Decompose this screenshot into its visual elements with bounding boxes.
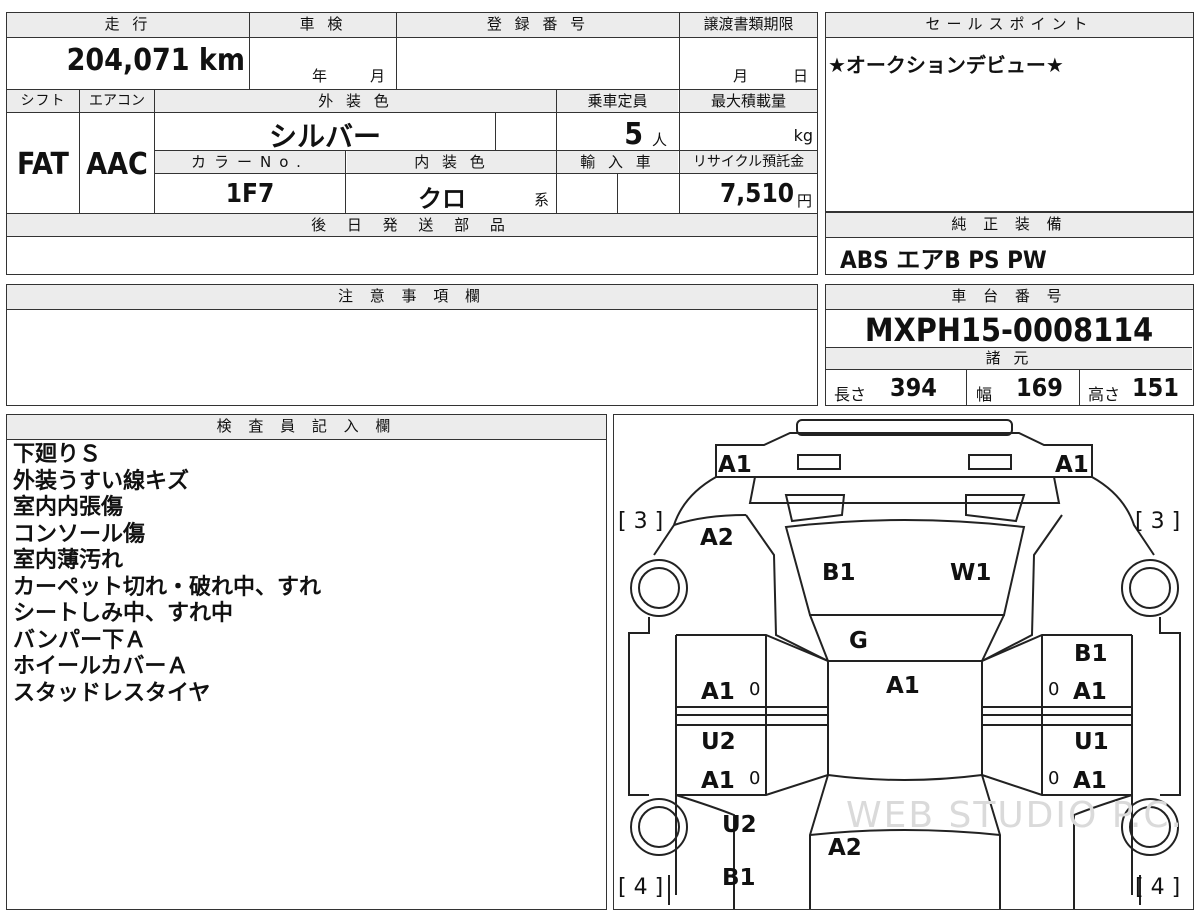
- recycle-label: リサイクル預託金: [680, 151, 817, 173]
- interior-color-label: 内 装 色: [347, 151, 556, 173]
- width-value: 169: [1016, 373, 1063, 402]
- width-label: 幅: [976, 385, 993, 404]
- length-value: 394: [890, 373, 937, 402]
- mark-rear-fender-left: U2: [722, 812, 757, 838]
- tire-front-left-label: [ 3 ]: [618, 509, 664, 534]
- zero-mark: 0: [1048, 679, 1060, 700]
- mark-hood-right: W1: [950, 560, 992, 586]
- aircon-value: AAC: [86, 147, 148, 182]
- inspector-box: 検 査 員 記 入 欄 下廻りＳ 外装うすい線キズ 室内内張傷 コンソール傷 室…: [6, 414, 607, 910]
- inspector-line: バンパー下Ａ: [13, 627, 147, 653]
- height-label: 高さ: [1088, 385, 1121, 404]
- mark-front-bumper-left: A1: [718, 452, 752, 478]
- chassis-label: 車 台 番 号: [826, 285, 1193, 310]
- recycle-unit: 円: [797, 192, 813, 210]
- mark-hood-left: B1: [822, 560, 856, 586]
- mark-fender-front-left: A2: [700, 525, 734, 551]
- exterior-color-label: 外 装 色: [155, 90, 556, 112]
- odometer-value: 204,071 km: [66, 43, 245, 78]
- inspector-line: 室内薄汚れ: [13, 548, 124, 573]
- mark-rear-door-left-top: U2: [701, 729, 736, 755]
- shift-value: FAT: [17, 147, 69, 182]
- color-no-label: カラーNo.: [155, 151, 345, 173]
- inspector-lines: 下廻りＳ 外装うすい線キズ 室内内張傷 コンソール傷 室内薄汚れ カーペット切れ…: [13, 442, 321, 707]
- interior-color-value: クロ: [418, 185, 466, 213]
- inspector-line: 下廻りＳ: [13, 442, 102, 467]
- inspector-line: カーペット切れ・破れ中、すれ: [13, 574, 322, 600]
- exterior-color-value: シルバー: [268, 120, 381, 153]
- capacity-value: 5: [624, 117, 643, 152]
- mark-windshield: G: [849, 628, 868, 654]
- transfer-label: 譲渡書類期限: [680, 13, 817, 37]
- odometer-label: 走 行: [7, 13, 249, 37]
- inspector-line: シートしみ中、すれ中: [13, 601, 234, 626]
- inspector-line: ホイールカバーＡ: [13, 654, 189, 679]
- mark-front-bumper-right: A1: [1055, 452, 1089, 478]
- zero-mark: 0: [749, 768, 761, 789]
- genuine-equipment-label: 純 正 装 備: [826, 213, 1193, 238]
- interior-suffix: 系: [534, 191, 550, 209]
- mark-rear-glass: A2: [828, 835, 862, 861]
- tire-rear-left-label: [ 4 ]: [618, 875, 664, 900]
- mark-rear-door-right: A1: [1073, 768, 1107, 794]
- transfer-day-unit: 日: [793, 67, 809, 85]
- height-value: 151: [1132, 373, 1179, 402]
- sales-point-box: セールスポイント ★オークションデビュー★: [825, 12, 1194, 212]
- inspector-line: 外装うすい線キズ: [13, 468, 190, 494]
- capacity-unit: 人: [652, 131, 668, 149]
- later-parts-label: 後 日 発 送 部 品: [7, 214, 817, 236]
- mark-rear-door-right-top: U1: [1074, 729, 1109, 755]
- inspector-line: スタッドレスタイヤ: [13, 680, 211, 706]
- aircon-label: エアコン: [80, 90, 154, 112]
- watermark: WEB STUDIO P.C.: [846, 795, 1184, 836]
- recycle-value: 7,510: [720, 179, 794, 209]
- inspector-label: 検 査 員 記 入 欄: [7, 415, 606, 440]
- chassis-number: MXPH15-0008114: [864, 311, 1154, 349]
- inspector-line: コンソール傷: [13, 521, 146, 547]
- capacity-label: 乗車定員: [557, 90, 678, 112]
- sales-point-text: ★オークションデビュー★: [828, 53, 1064, 77]
- zero-mark: 0: [749, 679, 761, 700]
- mark-front-door-right-top: B1: [1074, 641, 1108, 667]
- notes-box: 注 意 事 項 欄: [6, 284, 818, 406]
- tire-front-right-label: [ 3 ]: [1135, 509, 1181, 534]
- dimensions-label: 諸 元: [826, 348, 1192, 369]
- registration-label: 登 録 番 号: [397, 13, 679, 37]
- chassis-box: 車 台 番 号 MXPH15-0008114 諸 元 長さ 394 幅 169 …: [825, 284, 1194, 406]
- inspection-month-unit: 月: [370, 67, 386, 85]
- length-label: 長さ: [834, 385, 867, 404]
- spec-table: 走 行 車 検 登 録 番 号 譲渡書類期限 204,071 km 年 月 月 …: [6, 12, 818, 275]
- max-load-label: 最大積載量: [680, 90, 817, 112]
- tire-rear-right-label: [ 4 ]: [1135, 875, 1181, 900]
- import-label: 輸 入 車: [557, 151, 678, 173]
- mark-rear-bumper-left: B1: [722, 865, 756, 891]
- genuine-equipment-text: ABS エアB PS PW: [840, 246, 1047, 274]
- mark-rear-door-left: A1: [701, 768, 735, 794]
- shift-label: シフト: [7, 90, 79, 112]
- notes-label: 注 意 事 項 欄: [7, 285, 817, 310]
- inspector-line: 室内内張傷: [13, 495, 124, 520]
- inspection-year-unit: 年: [312, 67, 328, 85]
- color-no-value: 1F7: [225, 179, 275, 209]
- inspection-label: 車 検: [250, 13, 396, 37]
- zero-mark: 0: [1048, 768, 1060, 789]
- genuine-equipment-box: 純 正 装 備 ABS エアB PS PW: [825, 212, 1194, 275]
- mark-front-door-right: A1: [1073, 679, 1107, 705]
- sales-point-label: セールスポイント: [826, 13, 1193, 38]
- mark-roof: A1: [886, 673, 920, 699]
- transfer-month-unit: 月: [733, 67, 749, 85]
- max-load-unit: kg: [793, 126, 813, 145]
- mark-front-door-left: A1: [701, 679, 735, 705]
- car-diagram-box: WEB STUDIO P.C. [ 3 ] [ 3 ] [ 4 ] [ 4 ] …: [613, 414, 1194, 910]
